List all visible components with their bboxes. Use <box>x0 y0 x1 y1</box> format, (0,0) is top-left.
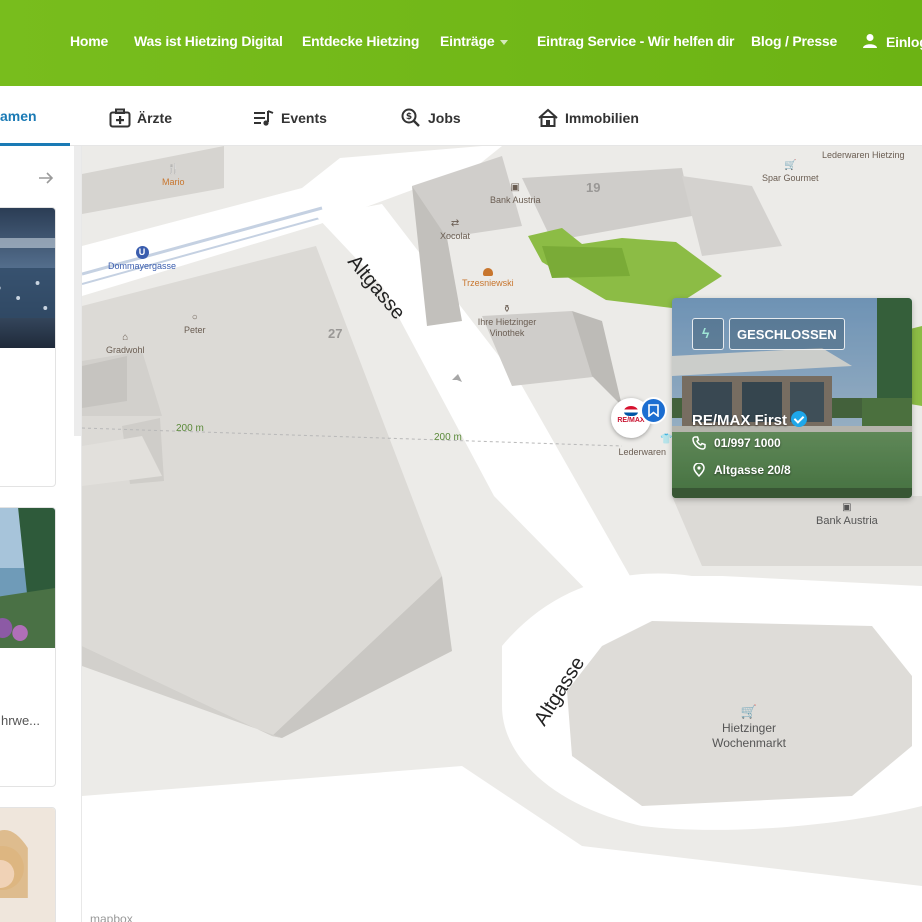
tab-immobilien[interactable]: Immobilien <box>537 108 639 128</box>
subway-icon: U <box>135 246 149 259</box>
music-note-icon <box>254 110 274 126</box>
listing-title: RE/MAX First <box>692 411 808 429</box>
nav-blog-presse[interactable]: Blog / Presse <box>751 33 837 49</box>
poi-dommayergasse[interactable]: U Dommayergasse <box>108 246 176 271</box>
tab-jobs-label: Jobs <box>428 110 461 126</box>
poi-label: Peter <box>184 325 206 335</box>
listing-phone-text: 01/997 1000 <box>714 436 781 450</box>
shirt-icon: 👕 <box>660 434 673 445</box>
listing-image-stadium <box>0 208 55 348</box>
listing-address-text: Altgasse 20/8 <box>714 463 791 477</box>
tab-aerzte-label: Ärzte <box>137 110 173 126</box>
top-navigation: Home Was ist Hietzing Digital Entdecke H… <box>0 0 922 86</box>
cart-icon: 🛒 <box>740 704 758 719</box>
listing-snippet: hrwe... <box>1 713 41 728</box>
poi-label: Ihre Hietzinger Vinothek <box>477 317 537 338</box>
listing-image-garden <box>0 508 55 648</box>
burger-icon <box>482 268 493 276</box>
poi-label: Trzesniewski <box>462 278 514 288</box>
chevron-down-icon <box>500 39 509 45</box>
poi-vinothek[interactable]: ⚱ Ihre Hietzinger Vinothek <box>472 304 542 339</box>
poi-label: Lederwaren <box>618 447 666 457</box>
poi-label: Hietzinger Wochenmarkt <box>712 721 786 750</box>
listing-image-person <box>0 808 55 922</box>
cart-icon: 🛒 <box>784 160 797 171</box>
poi-bank-austria[interactable]: ▣ Bank Austria <box>816 502 878 527</box>
bakery-icon: ⌂ <box>122 332 129 343</box>
poi-label: Lederwaren Hietzing <box>822 150 905 160</box>
scale-label: 200 m <box>176 423 204 434</box>
poi-peter[interactable]: ○ Peter <box>184 312 206 335</box>
category-tabs: amen Ärzte Events $ Jobs Immobilien <box>0 86 922 146</box>
nav-entdecke-hietzing[interactable]: Entdecke Hietzing <box>302 33 419 49</box>
poi-label: Spar Gourmet <box>762 173 819 183</box>
nav-home[interactable]: Home <box>70 33 108 49</box>
nav-eintrag-service[interactable]: Eintrag Service - Wir helfen dir <box>537 33 735 49</box>
bank-icon: ▣ <box>842 502 852 513</box>
ring-icon: ○ <box>191 312 198 323</box>
instant-bolt-button[interactable]: ϟ <box>692 318 724 350</box>
direction-arrow-icon <box>452 374 462 382</box>
verified-badge-icon <box>791 411 808 427</box>
user-icon <box>863 34 877 48</box>
bolt-icon: ϟ <box>702 325 710 341</box>
scale-label: 200 m <box>434 432 462 443</box>
listing-info-card[interactable]: ϟ GESCHLOSSEN RE/MAX First 01/997 1000 A… <box>672 298 912 498</box>
bookmark-icon <box>648 404 659 417</box>
marker-logo-text: RE/MAX <box>617 417 645 424</box>
mapbox-attribution[interactable]: mapbox <box>90 912 133 922</box>
listing-card[interactable]: hrwe... <box>0 507 56 787</box>
tab-events[interactable]: Events <box>253 108 327 128</box>
poi-xocolat[interactable]: ⇄ Xocolat <box>440 218 470 241</box>
listing-card[interactable] <box>0 207 56 487</box>
map-canvas <box>82 146 922 922</box>
tab-immobilien-label: Immobilien <box>565 110 639 126</box>
poi-lederwaren[interactable]: 👕 Lederwaren <box>612 434 672 457</box>
location-pin-icon <box>693 462 705 478</box>
medical-kit-icon <box>109 108 131 128</box>
poi-spar-gourmet[interactable]: 🛒 Spar Gourmet <box>762 160 819 183</box>
tab-active-category[interactable]: amen <box>0 108 37 124</box>
house-number: 19 <box>586 180 601 195</box>
poi-mario[interactable]: 🍴 Mario <box>162 164 185 187</box>
listing-title-text: RE/MAX First <box>692 412 788 429</box>
nav-login-label: Einlog <box>886 34 922 50</box>
house-icon <box>538 108 558 127</box>
poi-label: Gradwohl <box>106 345 145 355</box>
search-dollar-icon: $ <box>401 108 420 127</box>
poi-label: Xocolat <box>440 231 471 241</box>
nav-eintraege-label: Einträge <box>440 33 495 49</box>
nav-was-ist-hietzing-digital[interactable]: Was ist Hietzing Digital <box>134 33 283 49</box>
poi-lederwaren-hietzing[interactable]: Lederwaren Hietzing <box>822 150 905 160</box>
scrollbar[interactable] <box>74 146 81 436</box>
listing-phone[interactable]: 01/997 1000 <box>692 436 781 450</box>
house-number: 27 <box>328 326 343 341</box>
poi-trzesniewski[interactable]: Trzesniewski <box>462 268 514 288</box>
arrow-right-icon[interactable] <box>38 170 54 186</box>
status-badge: GESCHLOSSEN <box>729 318 845 350</box>
poi-bank-austria[interactable]: ▣ Bank Austria <box>490 182 541 205</box>
nav-login[interactable]: Einlog <box>862 33 922 50</box>
wine-icon: ⚱ <box>502 304 512 315</box>
bookmark-badge[interactable] <box>640 397 667 424</box>
listing-address[interactable]: Altgasse 20/8 <box>692 462 791 478</box>
restaurant-icon: 🍴 <box>167 164 180 175</box>
poi-label: Mario <box>162 177 185 187</box>
poi-label: Bank Austria <box>816 515 878 527</box>
nav-eintraege[interactable]: Einträge <box>440 33 509 49</box>
tab-jobs[interactable]: $ Jobs <box>400 108 461 128</box>
poi-label: Dommayergasse <box>108 261 177 271</box>
poi-gradwohl[interactable]: ⌂ Gradwohl <box>106 332 145 355</box>
svg-text:$: $ <box>406 112 412 122</box>
poi-hietzinger-wochenmarkt[interactable]: 🛒 Hietzinger Wochenmarkt <box>704 704 794 751</box>
listing-card[interactable] <box>0 807 56 922</box>
exchange-icon: ⇄ <box>450 218 460 229</box>
phone-icon <box>692 436 706 450</box>
tab-events-label: Events <box>281 110 327 126</box>
listing-panel: hrwe... <box>0 146 82 922</box>
poi-label: Bank Austria <box>490 195 541 205</box>
bank-icon: ▣ <box>510 182 520 193</box>
map-view[interactable]: 19 27 Altgasse Altgasse 200 m 200 m 🍴 Mar… <box>82 146 922 922</box>
tab-aerzte[interactable]: Ärzte <box>109 108 172 128</box>
